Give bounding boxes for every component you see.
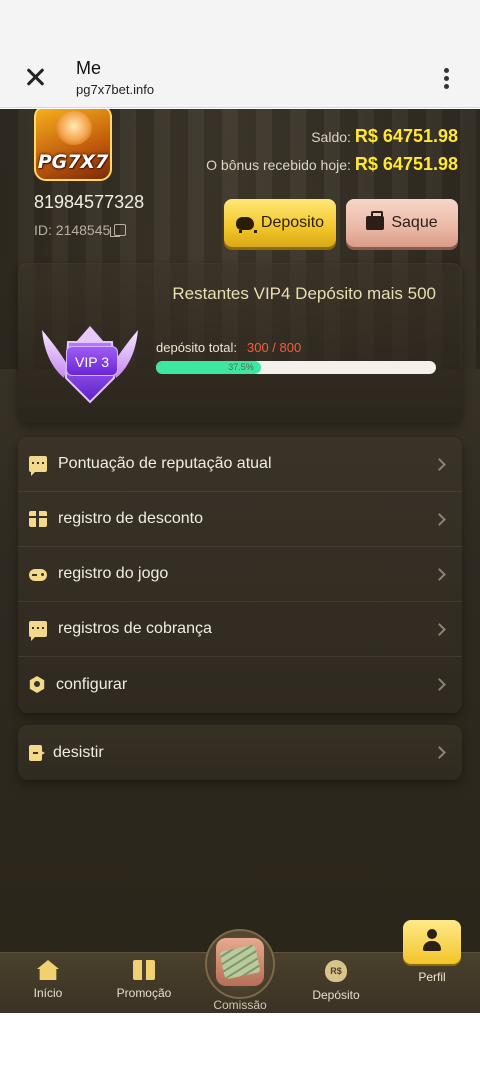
nav-home-label: Início xyxy=(33,986,63,1000)
balance-value: R$ 64751.98 xyxy=(354,126,458,146)
app-content: PG7X7 Saldo: R$ 64751.98 O bônus recebido… xyxy=(0,109,480,1013)
chat-icon xyxy=(29,621,47,641)
balance-row: Saldo: R$ 64751.98 xyxy=(311,126,458,147)
nav-commission[interactable] xyxy=(205,929,275,999)
user-id: ID: 2148545 xyxy=(34,222,127,238)
gamepad-icon xyxy=(29,569,47,581)
browser-toolbar: Me pg7x7bet.info xyxy=(0,48,480,108)
menu-item-game-record[interactable]: registro do jogo xyxy=(18,547,462,602)
vip-progress-text: 37.5% xyxy=(228,362,254,372)
menu-item-label: Pontuação de reputação atual xyxy=(58,455,272,472)
chevron-right-icon xyxy=(433,457,446,471)
menu-item-settings[interactable]: configurar xyxy=(18,657,462,712)
balance-label: Saldo: xyxy=(311,129,351,145)
user-id-text: ID: 2148545 xyxy=(34,222,111,238)
menu-item-discount-record[interactable]: registro de desconto xyxy=(18,492,462,547)
brand-logo: PG7X7 xyxy=(34,109,112,181)
close-icon[interactable] xyxy=(22,64,50,92)
menu-item-label: registro do jogo xyxy=(58,565,169,582)
nav-home[interactable]: Início xyxy=(0,957,96,1012)
page-url: pg7x7bet.info xyxy=(76,82,155,97)
logout-label: desistir xyxy=(53,743,104,761)
bonus-value: R$ 64751.98 xyxy=(354,154,458,174)
chat-icon xyxy=(29,456,47,476)
withdraw-button-label: Saque xyxy=(391,214,438,231)
piggy-bank-icon xyxy=(235,216,257,233)
user-phone: 81984577328 xyxy=(34,192,145,212)
tiger-mascot-icon xyxy=(56,111,92,145)
vip-badge: VIP 3 xyxy=(38,322,142,410)
gift-icon xyxy=(133,960,155,980)
nav-promotion[interactable]: Promoção xyxy=(96,957,192,1012)
menu-item-label: registro de desconto xyxy=(58,510,203,527)
chevron-right-icon xyxy=(433,746,446,759)
vip-card: Restantes VIP4 Depósito mais 500 VIP 3 d… xyxy=(18,263,462,423)
vip-level-label: VIP 3 xyxy=(66,346,118,376)
system-nav-bar xyxy=(0,1013,480,1066)
home-icon xyxy=(37,960,59,980)
more-options-icon[interactable] xyxy=(444,68,450,90)
settings-icon xyxy=(29,676,45,693)
withdraw-button[interactable]: Saque xyxy=(346,199,458,247)
nav-profile-label: Perfil xyxy=(418,970,446,984)
nav-profile[interactable] xyxy=(403,920,461,964)
deposit-button-label: Deposito xyxy=(260,214,325,231)
menu-item-label: registros de cobrança xyxy=(58,620,212,637)
menu-card: Pontuação de reputação atual registro de… xyxy=(18,437,462,713)
nav-deposit[interactable]: R$ Depósito xyxy=(288,957,384,1012)
vip-progress-bar: 37.5% xyxy=(156,361,436,374)
coin-bag-icon: R$ xyxy=(325,960,347,982)
wallet-icon xyxy=(366,211,385,230)
status-bar xyxy=(0,0,480,48)
logout-button[interactable]: desistir xyxy=(18,725,462,780)
deposit-button[interactable]: Deposito xyxy=(224,199,336,247)
chevron-right-icon xyxy=(433,622,446,636)
logo-text: PG7X7 xyxy=(37,151,109,173)
bottom-nav: Início Promoção Comissão R$ Depósito Per… xyxy=(0,920,480,1013)
menu-item-reputation[interactable]: Pontuação de reputação atual xyxy=(18,437,462,492)
copy-icon[interactable] xyxy=(110,224,127,237)
exit-icon xyxy=(29,744,45,761)
bonus-label: O bônus recebido hoje: xyxy=(206,157,351,173)
logout-card: desistir xyxy=(18,725,462,780)
gift-icon xyxy=(29,511,47,527)
nav-commission-label: Comissão xyxy=(213,998,267,1012)
page-title: Me xyxy=(76,58,102,78)
cash-icon xyxy=(216,938,264,986)
deposit-total-label: depósito total: xyxy=(156,340,237,355)
menu-item-label: configurar xyxy=(56,675,128,693)
bonus-row: O bônus recebido hoje: R$ 64751.98 xyxy=(206,154,458,175)
chevron-right-icon xyxy=(433,678,446,691)
chevron-right-icon xyxy=(433,512,446,526)
menu-item-billing-records[interactable]: registros de cobrança xyxy=(18,602,462,657)
deposit-total-value: 300 / 800 xyxy=(247,340,302,355)
user-icon xyxy=(423,929,441,953)
nav-deposit-label: Depósito xyxy=(312,988,360,1002)
vip-next-level-text: Restantes VIP4 Depósito mais 500 xyxy=(172,284,436,303)
chevron-right-icon xyxy=(433,567,446,581)
nav-promotion-label: Promoção xyxy=(116,986,172,1000)
